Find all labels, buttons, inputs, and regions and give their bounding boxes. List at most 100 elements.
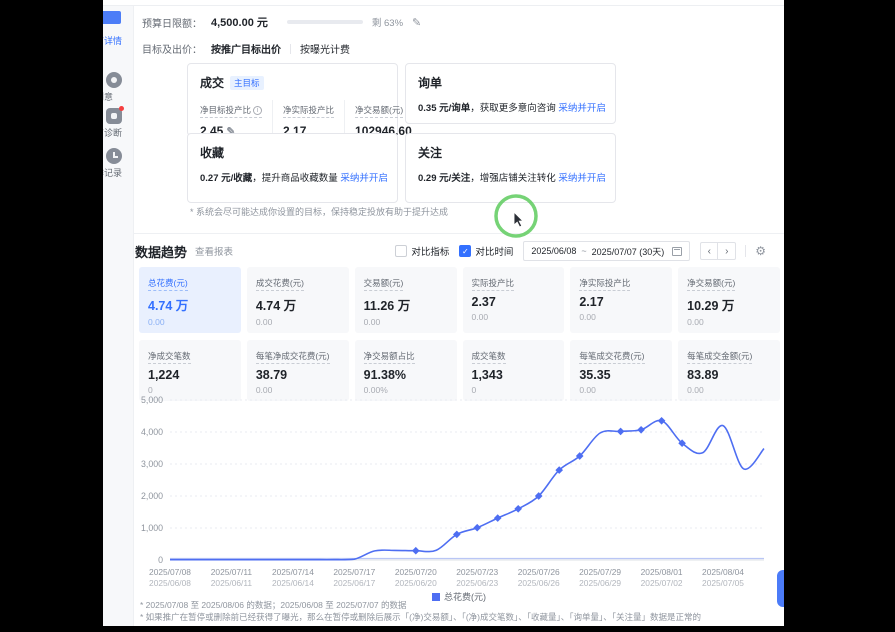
tile-value: 38.79 xyxy=(256,368,340,382)
tile-compare-value: 0.00 xyxy=(687,317,771,327)
tile-label: 成交花费(元) xyxy=(256,277,304,291)
bidding-option-goal[interactable]: 按推广目标出价 xyxy=(211,41,281,56)
main-content: 预算日限额： 4,500.00 元 剩 63% ✎ 目标及出价： 按推广目标出价… xyxy=(134,6,784,626)
tile-label: 每笔成交花费(元) xyxy=(579,350,644,364)
svg-text:2025/06/11: 2025/06/11 xyxy=(211,578,253,588)
tile-compare-value: 0.00 xyxy=(148,317,232,327)
compare-time-label: 对比时间 xyxy=(475,244,513,258)
favorite-card-title: 收藏 xyxy=(200,144,385,161)
trend-header: 数据趋势 查看报表 对比指标 ✓ 对比时间 2025/06/08 ~ 2025/… xyxy=(135,239,766,263)
tile-compare-value: 0.00 xyxy=(472,312,556,322)
prev-period-button[interactable]: ‹ xyxy=(700,242,718,260)
tile-value: 1,343 xyxy=(472,368,556,382)
compare-metric-checkbox[interactable] xyxy=(395,245,407,257)
favorite-adopt-link[interactable]: 采纳并开启 xyxy=(340,173,388,184)
side-drawer-handle[interactable] xyxy=(777,570,784,607)
date-range-picker[interactable]: 2025/06/08 ~ 2025/07/07 (30天) xyxy=(523,241,690,261)
settings-gear-icon[interactable]: ⚙ xyxy=(755,244,766,258)
follow-adopt-link[interactable]: 采纳并开启 xyxy=(558,173,606,184)
follow-text: ，增强店铺关注转化 xyxy=(470,173,558,184)
budget-remaining: 剩 63% xyxy=(372,15,403,29)
bidding-divider xyxy=(290,44,291,54)
view-report-link[interactable]: 查看报表 xyxy=(195,244,233,258)
inquiry-adopt-link[interactable]: 采纳并开启 xyxy=(558,103,606,114)
legend-label: 总花费(元) xyxy=(444,590,486,603)
tile-compare-value: 0.00 xyxy=(364,317,448,327)
metric-tile-3[interactable]: 实际投产比2.370.00 xyxy=(463,267,565,333)
goal-card-deal: 成交 主目标 净目标投产比i 2.45✎ 净实际投产比 2.17 净交易额(元)… xyxy=(187,63,398,136)
history-clock-icon[interactable] xyxy=(106,148,122,164)
metric-tiles: 总花费(元)4.74 万0.00成交花费(元)4.74 万0.00交易额(元)1… xyxy=(139,267,780,401)
date-separator: ~ xyxy=(581,246,586,256)
tile-value: 91.38% xyxy=(364,368,448,382)
idea-icon[interactable] xyxy=(106,72,122,88)
metric-tile-1[interactable]: 成交花费(元) 4.74 万 0.00 xyxy=(247,267,349,333)
trend-title: 数据趋势 xyxy=(135,242,187,261)
metric-tile-2[interactable]: 交易额(元)11.26 万0.00 xyxy=(355,267,457,333)
inquiry-desc: 0.35 元/询单，获取更多意向咨询 采纳并开启 xyxy=(418,100,603,114)
budget-row: 预算日限额： 4,500.00 元 剩 63% ✎ xyxy=(142,14,421,30)
tile-value: 4.74 万 xyxy=(256,295,340,314)
tile-value: 35.35 xyxy=(579,368,663,382)
tile-label: 净交易额(元) xyxy=(687,277,735,291)
metric-tile-4[interactable]: 净实际投产比2.170.00 xyxy=(570,267,672,333)
tile-value: 10.29 万 xyxy=(687,295,771,314)
clock-hand2 xyxy=(113,156,118,158)
svg-text:2025/08/01: 2025/08/01 xyxy=(641,567,683,577)
bidding-row: 目标及出价： 按推广目标出价 按曝光计费 xyxy=(142,41,350,56)
budget-label: 预算日限额： xyxy=(142,15,202,30)
svg-text:2025/06/17: 2025/06/17 xyxy=(333,578,375,588)
svg-text:5,000: 5,000 xyxy=(141,395,163,405)
svg-text:2025/06/14: 2025/06/14 xyxy=(272,578,314,588)
metric-actual-roi-label[interactable]: 净实际投产比 xyxy=(283,104,334,118)
date-nav-group: ‹ › xyxy=(700,242,736,260)
compare-time-checkbox[interactable]: ✓ xyxy=(459,245,471,257)
trend-chart: 01,0002,0003,0004,0005,0002025/07/082025… xyxy=(134,388,784,594)
tile-label: 每笔净成交花费(元) xyxy=(256,350,330,364)
tile-label: 总花费(元) xyxy=(148,277,188,291)
header-divider xyxy=(745,245,746,257)
info-icon[interactable]: i xyxy=(253,106,262,115)
svg-text:1,000: 1,000 xyxy=(141,523,163,533)
chart-note-1: * 2025/07/08 至 2025/08/06 的数据；2025/06/08… xyxy=(140,599,407,611)
tile-label: 净实际投产比 xyxy=(579,277,630,291)
tile-label: 净成交笔数 xyxy=(148,350,191,364)
tile-label: 成交笔数 xyxy=(472,350,506,364)
svg-text:2025/06/29: 2025/06/29 xyxy=(579,578,621,588)
svg-text:2025/07/02: 2025/07/02 xyxy=(641,578,683,588)
diagnosis-icon[interactable] xyxy=(106,108,122,124)
chart-note-2: * 如果推广在暂停或删除前已经获得了曝光，那么在暂停或删除后展示「(净)交易额」… xyxy=(140,611,701,623)
budget-edit-icon[interactable]: ✎ xyxy=(412,16,421,29)
goal-card-inquiry: 询单 0.35 元/询单，获取更多意向咨询 采纳并开启 xyxy=(405,63,616,124)
svg-text:2025/07/26: 2025/07/26 xyxy=(518,567,560,577)
bidding-option-exposure[interactable]: 按曝光计费 xyxy=(300,41,350,56)
svg-text:2025/07/23: 2025/07/23 xyxy=(456,567,498,577)
svg-text:2025/07/14: 2025/07/14 xyxy=(272,567,314,577)
svg-text:2025/08/04: 2025/08/04 xyxy=(702,567,744,577)
diagnosis-icon-inner xyxy=(111,113,117,119)
tile-value: 11.26 万 xyxy=(364,295,448,314)
tile-compare-value: 0.00 xyxy=(256,317,340,327)
svg-text:3,000: 3,000 xyxy=(141,459,163,469)
svg-text:2025/06/26: 2025/06/26 xyxy=(518,578,560,588)
mouse-cursor-icon xyxy=(514,212,523,227)
deal-title-text: 成交 xyxy=(200,74,224,91)
svg-text:4,000: 4,000 xyxy=(141,427,163,437)
inquiry-text: ，获取更多意向咨询 xyxy=(470,103,558,114)
tile-value: 4.74 万 xyxy=(148,295,232,314)
goal-card-favorite: 收藏 0.27 元/收藏，提升商品收藏数量 采纳并开启 xyxy=(187,133,398,203)
budget-value: 4,500.00 元 xyxy=(211,14,268,30)
app-panel: 广详情 创意 广诊断 作记录 预算日限额： 4,500.00 元 剩 63% ✎… xyxy=(103,0,784,626)
notification-dot xyxy=(119,106,124,111)
next-period-button[interactable]: › xyxy=(718,242,736,260)
promotion-icon[interactable] xyxy=(103,11,121,24)
metric-tile-5[interactable]: 净交易额(元) 10.29 万 0.00 xyxy=(678,267,780,333)
metric-net-gmv-label[interactable]: 净交易额(元) xyxy=(355,104,403,118)
metric-target-roi-label[interactable]: 净目标投产比i xyxy=(200,104,262,118)
follow-desc: 0.29 元/关注，增强店铺关注转化 采纳并开启 xyxy=(418,170,603,184)
metric-tile-0[interactable]: 总花费(元) 4.74 万 0.00 xyxy=(139,267,241,333)
svg-text:2025/06/20: 2025/06/20 xyxy=(395,578,437,588)
inquiry-card-title: 询单 xyxy=(418,74,603,91)
tile-compare-value: 0.00 xyxy=(579,312,663,322)
favorite-price: 0.27 元/收藏 xyxy=(200,173,252,184)
